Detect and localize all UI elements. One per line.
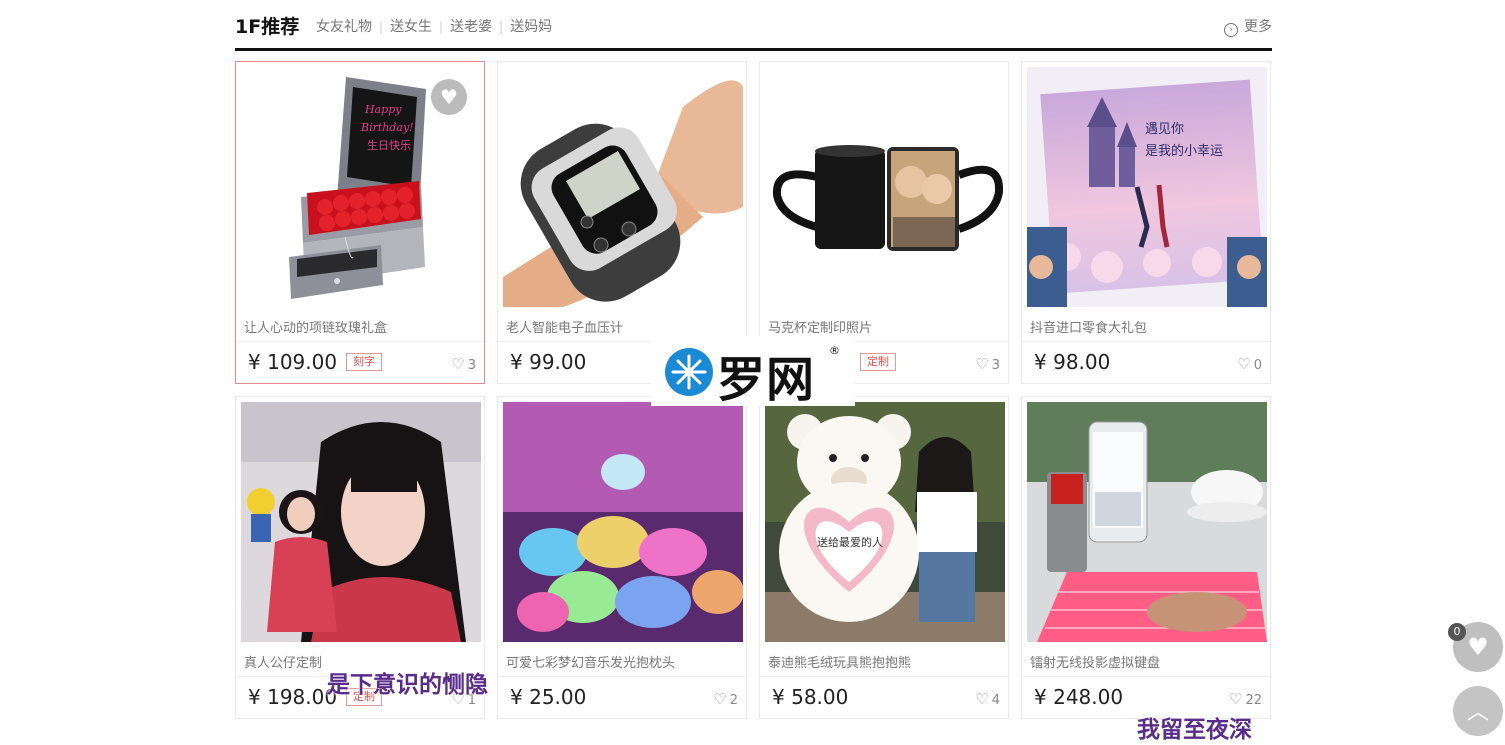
product-image[interactable] bbox=[241, 402, 481, 642]
heart-outline-icon: ♡ bbox=[975, 690, 989, 708]
like-count[interactable]: ♡ 3 bbox=[451, 355, 476, 373]
watermark-text: 罗网 bbox=[717, 352, 816, 408]
tab-separator: | bbox=[499, 20, 504, 34]
product-name[interactable]: 老人智能电子血压计 bbox=[506, 317, 623, 336]
product-card[interactable]: Happy Birthday! 生日快乐 ♥ 让人心动的项链玫瑰礼盒 ¥ 109… bbox=[235, 61, 485, 384]
chevron-right-circle-icon: › bbox=[1224, 23, 1238, 37]
heart-outline-icon: ♡ bbox=[713, 690, 727, 708]
like-count[interactable]: ♡ 2 bbox=[713, 690, 738, 708]
product-tag: 刻字 bbox=[346, 353, 382, 371]
tab-separator: | bbox=[439, 20, 444, 34]
product-card[interactable]: 可爱七彩梦幻音乐发光抱枕头 ¥ 25.00 ♡ 2 bbox=[497, 396, 747, 719]
tab-for-wife[interactable]: 送老婆 bbox=[450, 19, 492, 35]
floor-tabs: 女友礼物 | 送女生 | 送老婆 | 送妈妈 bbox=[316, 16, 552, 36]
svg-text:生日快乐: 生日快乐 bbox=[367, 138, 411, 152]
spark-logo-icon bbox=[665, 348, 713, 396]
svg-text:是我的小幸运: 是我的小幸运 bbox=[1145, 143, 1223, 159]
product-price: ¥ 98.00 bbox=[1034, 350, 1111, 374]
heart-outline-icon: ♡ bbox=[975, 355, 989, 373]
product-image[interactable]: 送给最爱的人 bbox=[765, 402, 1005, 642]
svg-text:遇见你: 遇见你 bbox=[1145, 122, 1184, 137]
like-count[interactable]: ♡ 0 bbox=[1237, 355, 1262, 373]
favorite-heart-icon[interactable]: ♥ bbox=[431, 79, 467, 115]
product-name[interactable]: 让人心动的项链玫瑰礼盒 bbox=[244, 317, 387, 336]
like-count[interactable]: ♡ 4 bbox=[975, 690, 1000, 708]
price-row: ¥ 98.00 ♡ 0 bbox=[1022, 341, 1270, 386]
product-image[interactable]: Happy Birthday! 生日快乐 ♥ bbox=[241, 67, 481, 307]
product-card[interactable]: 遇见你 是我的小幸运 抖音进口零食大礼包 ¥ 98.00 ♡ 0 bbox=[1021, 61, 1271, 384]
product-name[interactable]: 抖音进口零食大礼包 bbox=[1030, 317, 1147, 336]
svg-text:Birthday!: Birthday! bbox=[360, 121, 414, 134]
more-label: 更多 bbox=[1244, 19, 1272, 35]
floor-header: 1F推荐 女友礼物 | 送女生 | 送老婆 | 送妈妈 › 更多 bbox=[235, 0, 1272, 51]
product-card[interactable]: 送给最爱的人 泰迪熊毛绒玩具熊抱抱熊 ¥ 58.00 ♡ 4 bbox=[759, 396, 1009, 719]
tab-for-mom[interactable]: 送妈妈 bbox=[510, 19, 552, 35]
registered-mark: ® bbox=[829, 344, 840, 357]
floor-title: 1F推荐 bbox=[235, 16, 300, 38]
product-price: ¥ 99.00 bbox=[510, 350, 587, 374]
like-count[interactable]: ♡ 22 bbox=[1229, 690, 1262, 708]
product-image[interactable]: 遇见你 是我的小幸运 bbox=[1027, 67, 1267, 307]
product-price: ¥ 109.00 bbox=[248, 350, 338, 374]
product-name[interactable]: 真人公仔定制 bbox=[244, 652, 322, 671]
tab-for-girls[interactable]: 送女生 bbox=[390, 19, 432, 35]
svg-text:Happy: Happy bbox=[364, 103, 402, 116]
heart-outline-icon: ♡ bbox=[1229, 690, 1243, 708]
more-link[interactable]: › 更多 bbox=[1224, 16, 1272, 37]
heart-outline-icon: ♡ bbox=[451, 355, 465, 373]
product-name[interactable]: 可爱七彩梦幻音乐发光抱枕头 bbox=[506, 652, 675, 671]
product-card[interactable]: 镭射无线投影虚拟键盘 ¥ 248.00 ♡ 22 bbox=[1021, 396, 1271, 719]
product-price: ¥ 58.00 bbox=[772, 685, 849, 709]
product-name[interactable]: 泰迪熊毛绒玩具熊抱抱熊 bbox=[768, 652, 911, 671]
product-price: ¥ 25.00 bbox=[510, 685, 587, 709]
chevron-up-icon: ︿ bbox=[1466, 700, 1489, 725]
back-to-top-button[interactable]: ︿ bbox=[1453, 686, 1503, 736]
tab-separator: | bbox=[379, 20, 384, 34]
product-name[interactable]: 马克杯定制印照片 bbox=[768, 317, 872, 336]
tab-girlfriend-gifts[interactable]: 女友礼物 bbox=[316, 19, 372, 35]
product-tag: 定制 bbox=[860, 353, 896, 371]
watermark-logo: 罗网 ® bbox=[651, 336, 855, 408]
product-image[interactable] bbox=[503, 402, 743, 642]
price-row: ¥ 58.00 ♡ 4 bbox=[760, 676, 1008, 721]
product-price: ¥ 248.00 bbox=[1034, 685, 1124, 709]
heart-icon: ♥ bbox=[1467, 633, 1489, 661]
favorites-count-badge: 0 bbox=[1448, 623, 1466, 641]
product-name[interactable]: 镭射无线投影虚拟键盘 bbox=[1030, 652, 1160, 671]
product-image[interactable] bbox=[765, 67, 1005, 307]
product-price: ¥ 198.00 bbox=[248, 685, 338, 709]
price-row: ¥ 25.00 ♡ 2 bbox=[498, 676, 746, 721]
price-row: ¥ 109.00 刻字 ♡ 3 bbox=[236, 341, 484, 386]
heart-outline-icon: ♡ bbox=[1237, 355, 1251, 373]
like-count[interactable]: ♡ 3 bbox=[975, 355, 1000, 373]
product-image[interactable] bbox=[503, 67, 743, 307]
overlay-caption: 是下意识的恻隐 bbox=[327, 672, 488, 698]
overlay-caption: 我留至夜深 bbox=[1137, 717, 1252, 743]
svg-text:送给最爱的人: 送给最爱的人 bbox=[817, 535, 883, 549]
product-image[interactable] bbox=[1027, 402, 1267, 642]
